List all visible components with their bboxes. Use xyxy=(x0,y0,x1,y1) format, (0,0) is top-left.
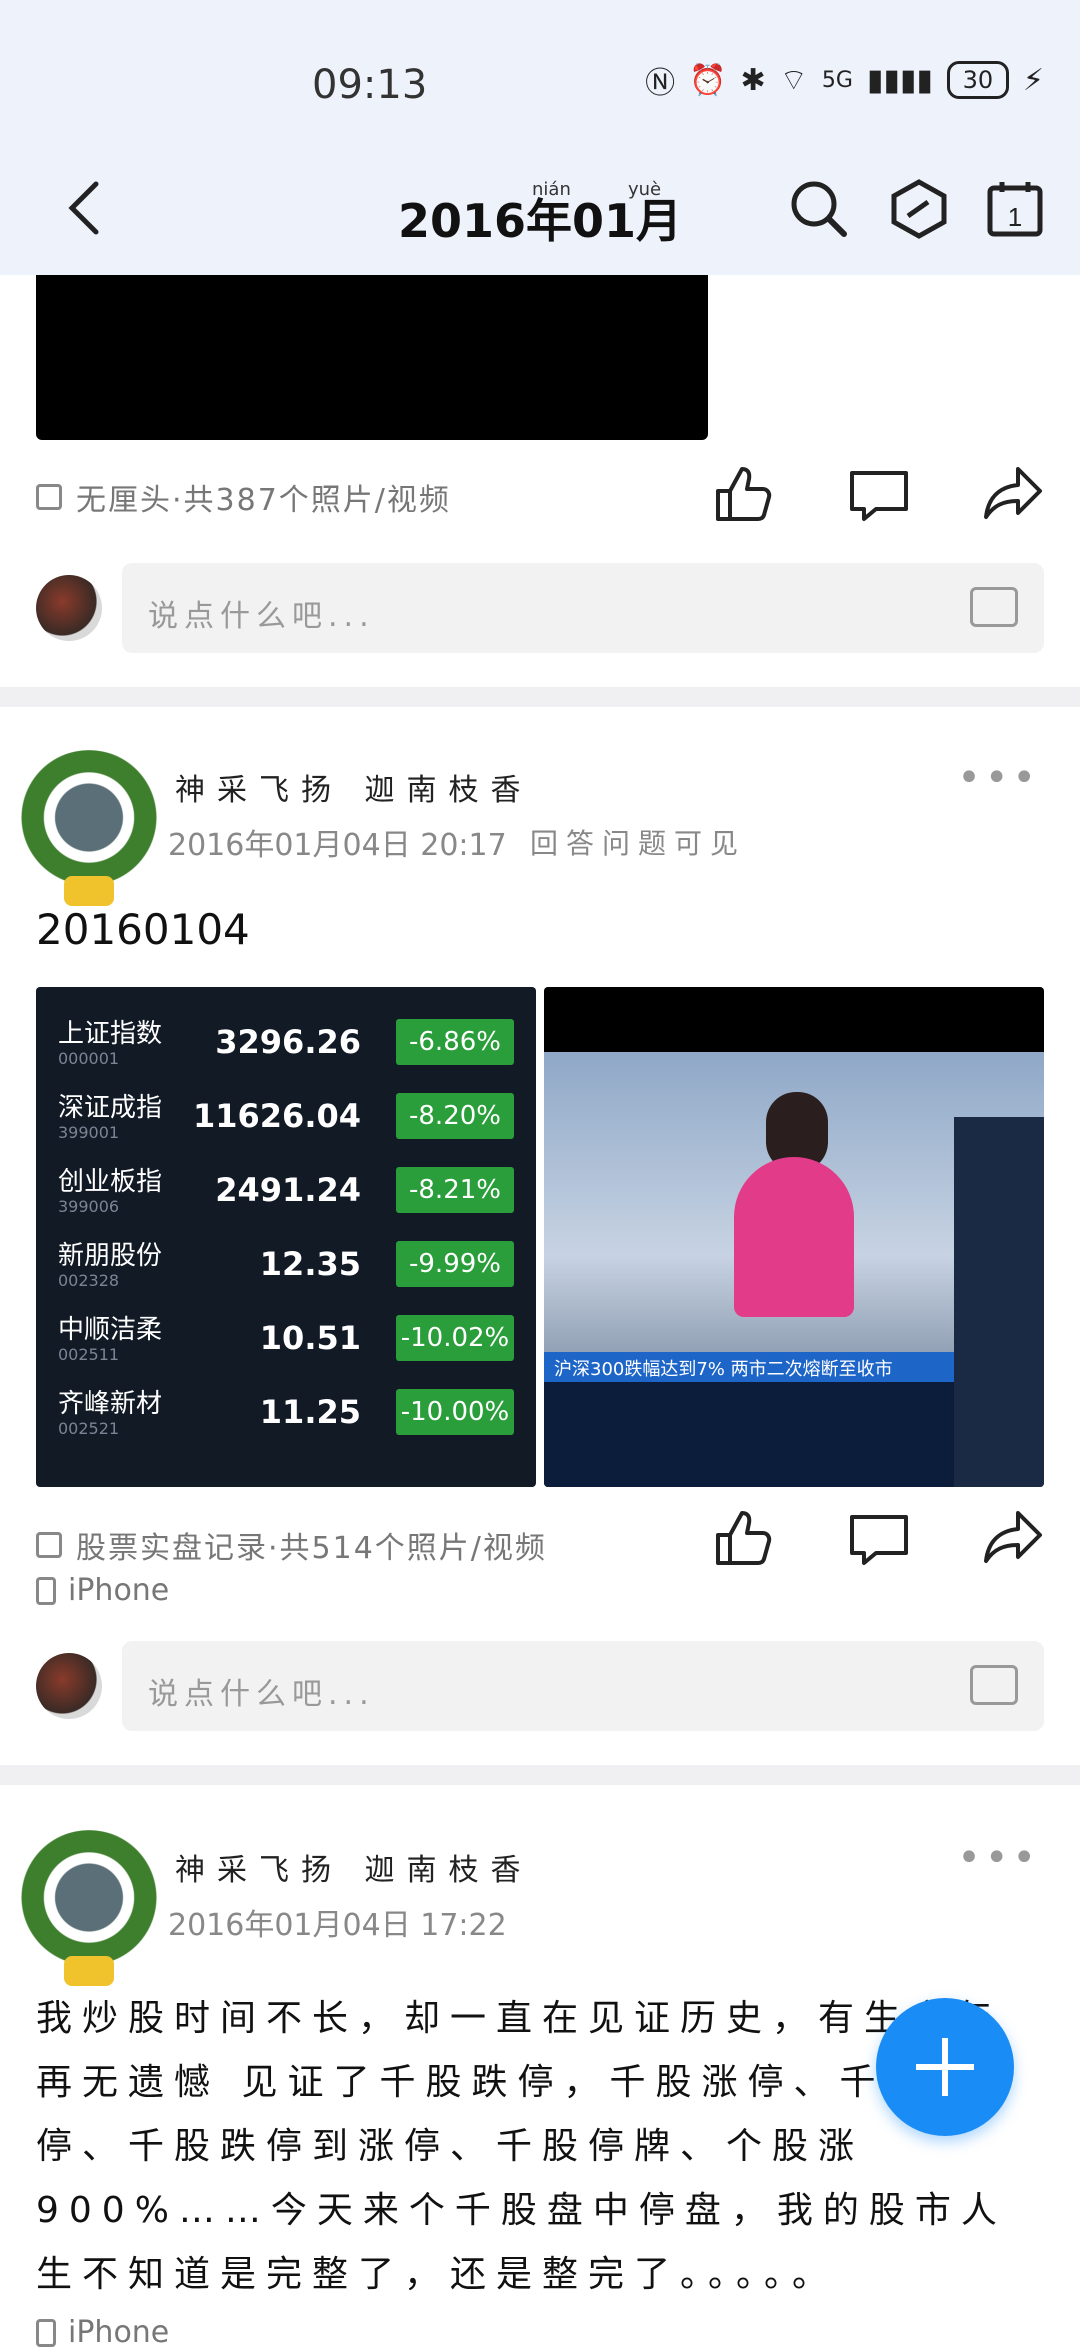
stock-change: -9.99% xyxy=(396,1241,514,1287)
battery-icon: 30 xyxy=(946,61,1009,99)
stock-name: 创业板指 xyxy=(58,1167,163,1197)
like-icon[interactable] xyxy=(712,1507,774,1569)
alarm-icon: ⏰ xyxy=(689,62,727,98)
comment-bar: 说点什么吧... xyxy=(36,563,1044,653)
post-date: 2016年01月04日 20:17 xyxy=(168,828,507,863)
stock-row: 深证成指 399001 11626.04 -8.20% xyxy=(36,1079,536,1153)
stock-name: 上证指数 xyxy=(58,1019,163,1049)
user-avatar xyxy=(36,575,102,641)
user-avatar xyxy=(36,1653,102,1719)
stock-change: -6.86% xyxy=(396,1019,514,1065)
comment-placeholder: 说点什么吧... xyxy=(148,599,375,634)
comment-placeholder: 说点什么吧... xyxy=(148,1677,375,1712)
stock-row: 新朋股份 002328 12.35 -9.99% xyxy=(36,1227,536,1301)
device-line: iPhone xyxy=(36,1573,169,1608)
post-title: 20160104 xyxy=(36,905,250,954)
news-screenshot[interactable]: 沪深300跌幅达到7% 两市二次熔断至收市 xyxy=(544,987,1044,1487)
image-icon xyxy=(36,1532,62,1558)
device-name: iPhone xyxy=(68,2315,170,2350)
quick-reply-icon[interactable] xyxy=(970,587,1018,627)
wifi-icon: ⌔ xyxy=(779,63,808,98)
stock-price: 2491.24 xyxy=(215,1171,361,1209)
stock-row: 创业板指 399006 2491.24 -8.21% xyxy=(36,1153,536,1227)
nfc-icon: Ⓝ xyxy=(645,66,676,101)
calendar-icon[interactable]: 1 xyxy=(984,178,1046,240)
add-post-button[interactable] xyxy=(876,1998,1014,2136)
comment-icon[interactable] xyxy=(848,463,910,525)
phone-icon xyxy=(36,1576,56,1605)
network-label: 5G xyxy=(821,67,853,93)
divider xyxy=(0,1765,1080,1785)
share-icon[interactable] xyxy=(982,1507,1044,1569)
page-title-text: 2016年01月 xyxy=(397,194,683,248)
stock-change: -8.21% xyxy=(396,1167,514,1213)
stock-code: 002521 xyxy=(58,1419,120,1438)
stock-code: 002511 xyxy=(58,1345,120,1364)
quick-reply-icon[interactable] xyxy=(970,1665,1018,1705)
stock-row: 上证指数 000001 3296.26 -6.86% xyxy=(36,1005,536,1079)
author-name[interactable]: 神采飞扬 迦南枝香 xyxy=(175,765,533,809)
like-icon[interactable] xyxy=(712,463,774,525)
title-ruby-month: yuè xyxy=(628,179,662,200)
stock-price: 10.51 xyxy=(259,1319,361,1357)
more-options-icon[interactable]: ••• xyxy=(957,1835,1040,1881)
image-icon xyxy=(36,484,62,510)
album-meta[interactable]: 股票实盘记录·共514个照片/视频 xyxy=(36,1523,547,1567)
stock-change: -8.20% xyxy=(396,1093,514,1139)
divider xyxy=(0,687,1080,707)
stock-code: 399001 xyxy=(58,1123,120,1142)
video-thumbnail[interactable] xyxy=(36,275,708,440)
stock-name: 中顺洁柔 xyxy=(58,1315,163,1345)
news-ticker: 沪深300跌幅达到7% 两市二次熔断至收市 xyxy=(544,1352,954,1382)
stock-name: 新朋股份 xyxy=(58,1241,163,1271)
stock-name: 齐峰新材 xyxy=(58,1389,163,1419)
author-avatar[interactable] xyxy=(14,750,164,906)
phone-icon xyxy=(36,2318,56,2347)
album-meta-text: 股票实盘记录·共514个照片/视频 xyxy=(76,1531,547,1566)
top-header: 09:13 Ⓝ ⏰ ✱ ⌔ 5G ▮▮▮▮ 30 ⚡ nián yuè 2016… xyxy=(0,0,1080,275)
status-icons: Ⓝ ⏰ ✱ ⌔ 5G ▮▮▮▮ 30 ⚡ xyxy=(645,58,1044,102)
album-meta[interactable]: 无厘头·共387个照片/视频 xyxy=(36,475,451,519)
answer-hint[interactable]: 回答问题可见 xyxy=(530,822,746,862)
stock-name: 深证成指 xyxy=(58,1093,163,1123)
album-meta-text: 无厘头·共387个照片/视频 xyxy=(76,483,451,518)
title-ruby-year: nián xyxy=(532,179,571,200)
bow-decoration xyxy=(64,876,114,906)
news-sidebar xyxy=(954,1117,1044,1487)
search-icon[interactable] xyxy=(788,178,850,240)
more-options-icon[interactable]: ••• xyxy=(957,755,1040,801)
device-name: iPhone xyxy=(68,1573,170,1608)
anchor-body xyxy=(734,1157,854,1317)
comment-input[interactable]: 说点什么吧... xyxy=(122,563,1044,653)
stock-change: -10.00% xyxy=(396,1389,514,1435)
author-name[interactable]: 神采飞扬 迦南枝香 xyxy=(175,1845,533,1889)
comment-input[interactable]: 说点什么吧... xyxy=(122,1641,1044,1731)
stock-price: 3296.26 xyxy=(215,1023,361,1061)
stock-price: 11.25 xyxy=(259,1393,361,1431)
device-line: iPhone xyxy=(36,2315,169,2350)
share-icon[interactable] xyxy=(982,463,1044,525)
news-table xyxy=(544,1382,954,1487)
post-date: 2016年01月04日 17:22 xyxy=(168,1908,507,1943)
news-scene: 沪深300跌幅达到7% 两市二次熔断至收市 xyxy=(544,1052,1044,1487)
stock-change: -10.02% xyxy=(396,1315,514,1361)
status-time: 09:13 xyxy=(312,62,428,108)
stock-row: 齐峰新材 002521 11.25 -10.00% xyxy=(36,1375,536,1449)
bluetooth-icon: ✱ xyxy=(740,62,766,98)
stock-code: 399006 xyxy=(58,1197,120,1216)
stock-code: 000001 xyxy=(58,1049,120,1068)
stock-code: 002328 xyxy=(58,1271,120,1290)
calendar-day: 1 xyxy=(1008,202,1022,232)
bow-decoration xyxy=(64,1956,114,1986)
stock-price: 11626.04 xyxy=(192,1097,361,1135)
comment-bar: 说点什么吧... xyxy=(36,1641,1044,1731)
hexagon-tag-icon[interactable] xyxy=(888,178,950,240)
author-avatar[interactable] xyxy=(14,1830,164,1986)
signal-icon: ▮▮▮▮ xyxy=(866,62,933,98)
stock-price: 12.35 xyxy=(259,1245,361,1283)
stock-screenshot[interactable]: 上证指数 000001 3296.26 -6.86% 深证成指 399001 1… xyxy=(36,987,536,1487)
comment-icon[interactable] xyxy=(848,1507,910,1569)
stock-row: 中顺洁柔 002511 10.51 -10.02% xyxy=(36,1301,536,1375)
charging-icon: ⚡ xyxy=(1022,62,1044,98)
